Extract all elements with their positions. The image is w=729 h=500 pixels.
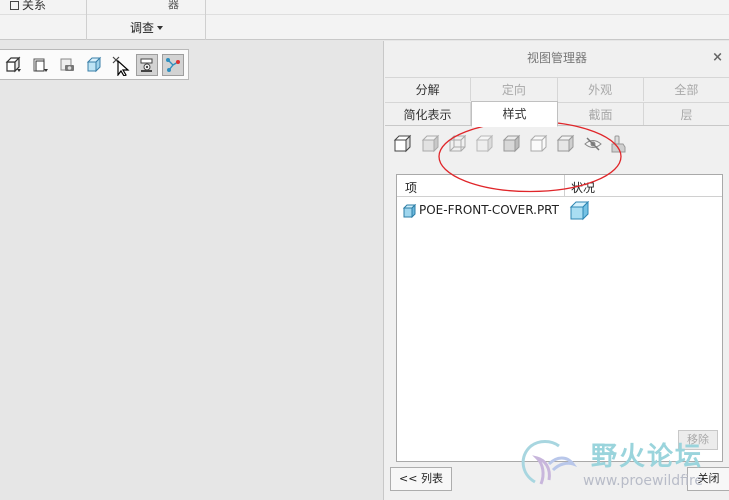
status-cube-icon [569, 201, 590, 221]
relations-icon [10, 1, 19, 10]
investigate-menu[interactable]: 调查 [130, 19, 164, 36]
column-divider[interactable] [564, 175, 565, 197]
tab-explode[interactable]: 分解 [385, 77, 472, 101]
item-list: 项 状况 POE-FRONT-COVER.PRT [396, 174, 723, 462]
view-manager-dialog: 视图管理器 × 分解 定向 外观 全部 简化表示 样式 截面 层 项 状况 PO… [383, 41, 729, 500]
tab-row-2: 简化表示 样式 截面 层 [385, 101, 729, 127]
cube-icon[interactable] [3, 54, 25, 76]
tab-all[interactable]: 全部 [643, 77, 729, 101]
ribbon-group-separator [86, 0, 87, 40]
view-toolbar [0, 49, 189, 80]
hidden-line-icon[interactable] [447, 133, 469, 155]
ribbon-qi-label: 器 [168, 0, 179, 11]
no-hidden-icon[interactable] [474, 133, 496, 155]
relations-label: 关系 [22, 0, 47, 12]
list-button[interactable]: << 列表 [390, 467, 452, 491]
column-header-status[interactable]: 状况 [571, 179, 595, 196]
camera-icon[interactable] [56, 54, 78, 76]
ribbon-row-divider [0, 14, 729, 15]
view-manager-icon[interactable] [136, 54, 158, 76]
part-icon [403, 204, 417, 218]
tab-row-1: 分解 定向 外观 全部 [385, 77, 729, 101]
column-header-item[interactable]: 项 [405, 179, 417, 196]
cursor-icon[interactable] [109, 54, 131, 76]
shaded-icon[interactable] [555, 133, 577, 155]
hide-eye-icon[interactable] [582, 133, 604, 155]
tab-style[interactable]: 样式 [471, 101, 558, 127]
connection-icon[interactable] [162, 54, 184, 76]
copy-view-icon[interactable] [29, 54, 51, 76]
close-button[interactable]: 关闭 [687, 467, 729, 491]
tab-orient[interactable]: 定向 [471, 77, 558, 101]
style-icon-strip [392, 133, 729, 157]
part-name: POE-FRONT-COVER.PRT [419, 203, 559, 217]
ribbon: 关系 器 调查 [0, 0, 729, 40]
tab-appearance[interactable]: 外观 [557, 77, 644, 101]
section-view-icon[interactable] [83, 54, 105, 76]
relations-button[interactable]: 关系 [10, 0, 46, 13]
wireframe-cube-icon[interactable] [392, 133, 414, 155]
dialog-title: 视图管理器 [526, 51, 587, 65]
ribbon-group-separator [205, 0, 206, 40]
shaded-cube-icon[interactable] [420, 133, 442, 155]
tab-simplified-rep[interactable]: 简化表示 [385, 102, 471, 125]
close-icon[interactable]: × [712, 50, 723, 65]
hand-icon[interactable] [608, 133, 630, 155]
list-item[interactable]: POE-FRONT-COVER.PRT [397, 200, 722, 222]
investigate-label: 调查 [130, 21, 155, 35]
transparent-icon[interactable] [528, 133, 550, 155]
tab-layers[interactable]: 层 [644, 102, 729, 125]
dropdown-arrow-icon [157, 26, 164, 30]
remove-button[interactable]: 移除 [678, 430, 718, 450]
tab-sections[interactable]: 截面 [558, 102, 644, 125]
list-header: 项 状况 [397, 175, 722, 197]
shade-edges-icon[interactable] [501, 133, 523, 155]
